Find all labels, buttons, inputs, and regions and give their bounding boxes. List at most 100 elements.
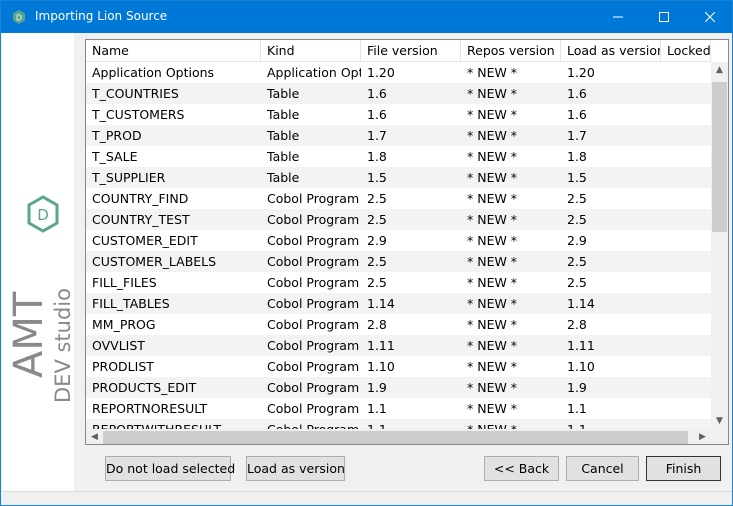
table-cell: Cobol Program [267, 317, 360, 332]
table-cell: 1.11 [567, 338, 595, 353]
scroll-right-icon[interactable]: ▶ [694, 429, 711, 444]
table-row[interactable]: CUSTOMER_LABELS Cobol Program 2.5 * NEW * 2.… [86, 251, 711, 272]
table-row[interactable]: T_CUSTOMERS Table 1.6 * NEW * 1.6 [86, 104, 711, 125]
table-row[interactable]: MM_PROG Cobol Program 2.8 * NEW * 2.8 [86, 314, 711, 335]
vertical-scroll-thumb[interactable] [712, 82, 727, 232]
table-cell [661, 125, 711, 146]
table-cell: * NEW * [467, 212, 518, 227]
column-header[interactable]: Repos version [461, 40, 561, 62]
maximize-button[interactable] [641, 1, 687, 33]
table-row[interactable]: REPORTNORESULT Cobol Program 1.1 * NEW * 1.1 [86, 398, 711, 419]
table-row[interactable]: FILL_FILES Cobol Program 2.5 * NEW * 2.5 [86, 272, 711, 293]
table-cell [661, 62, 711, 83]
load-as-version-button[interactable]: Load as version [246, 456, 345, 481]
scroll-down-icon[interactable]: ▼ [711, 413, 728, 430]
source-grid[interactable]: Name Kind File version Repos version Load as… [85, 39, 729, 445]
table-cell: REPORTNORESULT [92, 401, 208, 416]
table-cell: Cobol Program [267, 254, 360, 269]
table-cell: 2.8 [567, 317, 587, 332]
table-cell [661, 146, 711, 167]
table-cell: FILL_FILES [92, 275, 157, 290]
table-cell: 1.8 [567, 149, 587, 164]
table-cell: 2.5 [367, 254, 387, 269]
scroll-up-icon[interactable]: ▲ [711, 62, 728, 79]
table-row[interactable]: T_SUPPLIER Table 1.5 * NEW * 1.5 [86, 167, 711, 188]
table-row[interactable]: Application Options Application Options 1.… [86, 62, 711, 83]
horizontal-scrollbar[interactable]: ◀ ▶ [86, 429, 711, 444]
table-cell: * NEW * [467, 338, 518, 353]
table-row[interactable]: PRODUCTS_EDIT Cobol Program 1.9 * NEW * 1.9 [86, 377, 711, 398]
table-cell: 1.7 [567, 128, 587, 143]
column-header[interactable]: Name [86, 40, 261, 62]
table-cell [661, 335, 711, 356]
table-cell: COUNTRY_FIND [92, 191, 189, 206]
back-button[interactable]: << Back [484, 456, 559, 481]
table-cell [661, 272, 711, 293]
table-cell [661, 230, 711, 251]
table-cell [661, 209, 711, 230]
table-cell: T_COUNTRIES [92, 86, 179, 101]
table-row[interactable]: COUNTRY_FIND Cobol Program 2.5 * NEW * 2.5 [86, 188, 711, 209]
table-cell: 1.6 [367, 107, 387, 122]
vertical-scrollbar[interactable]: ▲ ▼ [711, 62, 728, 430]
scroll-left-icon[interactable]: ◀ [86, 429, 103, 444]
table-cell: 2.5 [567, 275, 587, 290]
table-row[interactable]: FILL_TABLES Cobol Program 1.14 * NEW * 1.14 [86, 293, 711, 314]
cancel-button[interactable]: Cancel [566, 456, 639, 481]
table-cell: PRODLIST [92, 359, 154, 374]
table-cell: OVVLIST [92, 338, 145, 353]
column-header[interactable]: Load as version [561, 40, 661, 62]
title-bar[interactable]: D Importing Lion Source [1, 1, 732, 33]
minimize-icon [613, 16, 623, 18]
table-cell: * NEW * [467, 401, 518, 416]
table-row[interactable]: CUSTOMER_EDIT Cobol Program 2.9 * NEW * 2.9 [86, 230, 711, 251]
table-cell: 1.6 [367, 86, 387, 101]
scrollbar-corner [711, 429, 728, 444]
table-row[interactable]: T_SALE Table 1.8 * NEW * 1.8 [86, 146, 711, 167]
table-cell [661, 251, 711, 272]
table-cell: Cobol Program [267, 359, 360, 374]
column-header[interactable]: Locked [661, 40, 711, 62]
table-cell: 1.11 [367, 338, 395, 353]
table-cell: MM_PROG [92, 317, 156, 332]
table-cell: 2.5 [567, 254, 587, 269]
close-button[interactable] [687, 1, 733, 33]
table-cell [661, 377, 711, 398]
column-header[interactable]: Kind [261, 40, 361, 62]
table-cell: 1.9 [567, 380, 587, 395]
table-row[interactable]: COUNTRY_TEST Cobol Program 2.5 * NEW * 2.5 [86, 209, 711, 230]
table-cell: 1.5 [567, 170, 587, 185]
table-row[interactable]: T_COUNTRIES Table 1.6 * NEW * 1.6 [86, 83, 711, 104]
table-row[interactable]: T_PROD Table 1.7 * NEW * 1.7 [86, 125, 711, 146]
table-cell [661, 314, 711, 335]
logo-sub-text: DEV studio [51, 288, 74, 403]
column-header[interactable]: File version [361, 40, 461, 62]
minimize-button[interactable] [595, 1, 641, 33]
table-cell: * NEW * [467, 317, 518, 332]
finish-button[interactable]: Finish [646, 456, 721, 481]
close-icon [705, 12, 715, 22]
table-cell: Application Options [92, 65, 215, 80]
table-cell: T_PROD [92, 128, 142, 143]
table-cell: 1.10 [567, 359, 595, 374]
table-cell [661, 188, 711, 209]
table-cell: 1.1 [567, 401, 587, 416]
table-cell: * NEW * [467, 149, 518, 164]
table-cell: CUSTOMER_EDIT [92, 233, 198, 248]
do-not-load-selected-button[interactable]: Do not load selected [105, 456, 235, 481]
grid-header: Name Kind File version Repos version Load as… [86, 40, 711, 62]
table-row[interactable]: PRODLIST Cobol Program 1.10 * NEW * 1.10 [86, 356, 711, 377]
table-row[interactable]: OVVLIST Cobol Program 1.11 * NEW * 1.11 [86, 335, 711, 356]
table-cell: 2.8 [367, 317, 387, 332]
logo-main-text: AMT [6, 291, 52, 378]
table-cell: 1.7 [367, 128, 387, 143]
horizontal-scroll-thumb[interactable] [103, 431, 688, 444]
table-cell: 2.9 [567, 233, 587, 248]
table-cell: Cobol Program [267, 233, 360, 248]
table-cell: * NEW * [467, 296, 518, 311]
table-cell: COUNTRY_TEST [92, 212, 190, 227]
table-cell: Cobol Program [267, 191, 360, 206]
table-cell: 1.5 [367, 170, 387, 185]
table-cell: Cobol Program [267, 212, 360, 227]
table-cell: T_SALE [92, 149, 138, 164]
